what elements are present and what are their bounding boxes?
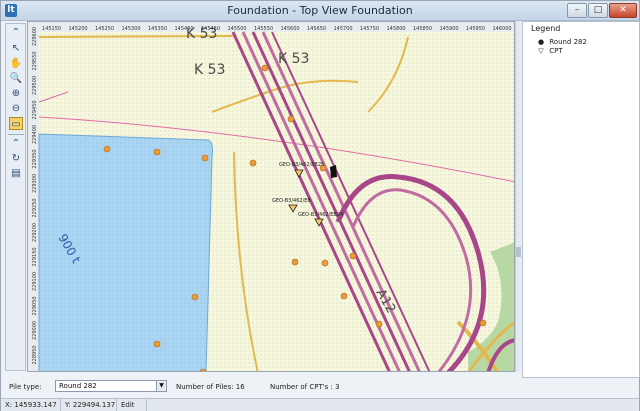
ruler-left (28, 22, 39, 371)
pile-type-select[interactable]: Round 282 ▼ (55, 380, 167, 392)
maximize-button[interactable]: □ (588, 3, 608, 18)
pile[interactable] (153, 340, 161, 348)
pile[interactable] (375, 320, 383, 328)
tool-strip: ⌃ ↖ ✋ 🔍 ⊕ ⊖ ▭ ⌃ ↻ ▤ (5, 23, 26, 371)
pile[interactable] (287, 115, 295, 123)
close-button[interactable]: ✕ (609, 3, 637, 18)
pile[interactable] (340, 292, 348, 300)
ruler-top-label: 145250 (95, 26, 114, 32)
ruler-left-label: 229250 (32, 198, 38, 217)
label-k53: K 53 (278, 51, 309, 67)
pile[interactable] (349, 252, 357, 260)
pile[interactable] (201, 154, 209, 162)
ruler-top-label: 145900 (440, 26, 459, 32)
cpt-label: GEO-B3/462/EB25 (279, 162, 324, 168)
pile[interactable] (321, 259, 329, 267)
application-window: lt Foundation - Top View Foundation – □ … (0, 0, 640, 411)
scrollbar-thumb[interactable] (516, 247, 521, 257)
ruler-left-label: 229000 (32, 321, 38, 340)
status-x-coordinate: X: 145933.147 (1, 399, 61, 411)
ruler-left-label: 229550 (32, 51, 38, 70)
ruler-left-label: 229300 (32, 174, 38, 193)
ruler-left-label: 229500 (32, 76, 38, 95)
legend-item-cpt: ▽ CPT (535, 47, 563, 55)
ruler-top-label: 145350 (148, 26, 167, 32)
ruler-left-label: 229400 (32, 125, 38, 144)
ruler-top-label: 145850 (413, 26, 432, 32)
label-k53: K 53 (186, 26, 217, 42)
pile[interactable] (249, 159, 257, 167)
pile[interactable] (103, 145, 111, 153)
legend-label: Round 282 (549, 38, 587, 46)
legend-title: Legend (531, 24, 561, 33)
legend-panel: Legend ● Round 282 ▽ CPT (522, 21, 640, 378)
bottom-info-bar: Pile type: Round 282 ▼ Number of Piles: … (1, 377, 521, 397)
ruler-left-label: 229100 (32, 272, 38, 291)
properties-icon[interactable]: ▤ (9, 167, 23, 180)
redraw-icon[interactable]: ↻ (9, 152, 23, 165)
ruler-top-label: 145150 (42, 26, 61, 32)
minimize-button[interactable]: – (567, 3, 587, 18)
toolbar-divider (8, 134, 24, 135)
ruler-left-label: 229150 (32, 247, 38, 266)
number-of-piles: Number of Piles: 16 (176, 383, 245, 391)
ruler-left-label: 229350 (32, 149, 38, 168)
status-mode: Edit (117, 399, 147, 411)
ruler-left-label: 229600 (32, 27, 38, 46)
pan-hand-icon[interactable]: ✋ (9, 57, 23, 70)
pile[interactable] (479, 319, 487, 327)
ruler-top-label: 145650 (307, 26, 326, 32)
cpt-label: GEO-B3/462/EB24 (298, 212, 343, 218)
ruler-top-label: 146000 (493, 26, 512, 32)
status-y-coordinate: Y: 229494.137 (61, 399, 117, 411)
ruler-top-label: 145700 (334, 26, 353, 32)
pile-type-value: Round 282 (59, 382, 97, 390)
legend-label: CPT (549, 47, 563, 55)
ruler-top-label: 145500 (228, 26, 247, 32)
ruler-top-label: 145550 (254, 26, 273, 32)
pile-circle-icon: ● (537, 38, 545, 46)
select-arrow-icon[interactable]: ↖ (9, 42, 23, 55)
collapse-up-icon[interactable]: ⌃ (9, 26, 23, 39)
ruler-left-label: 229200 (32, 223, 38, 242)
ruler-top-label: 145750 (360, 26, 379, 32)
pile[interactable] (153, 148, 161, 156)
legend-item-round: ● Round 282 (535, 38, 587, 46)
ruler-top-label: 145200 (69, 26, 88, 32)
ruler-top-label: 145950 (466, 26, 485, 32)
pile[interactable] (291, 258, 299, 266)
cursor-mark (330, 165, 337, 178)
cpt-label: GEO-B3/462/EB (272, 198, 311, 204)
zoom-in-icon[interactable]: 🔍 (9, 72, 23, 85)
pile[interactable] (191, 293, 199, 301)
ruler-left-label: 229450 (32, 100, 38, 119)
pile-type-label: Pile type: (9, 383, 42, 391)
zoom-out-icon[interactable]: ⊖ (9, 102, 23, 115)
ruler-left-label: 228950 (32, 345, 38, 364)
zoom-window-icon[interactable]: ⊕ (9, 87, 23, 100)
vertical-scrollbar[interactable] (515, 21, 521, 372)
pile[interactable] (261, 64, 269, 72)
ruler-top-label: 145300 (122, 26, 141, 32)
map-view[interactable]: 145150 145200 145250 145300 145350 145400 1454… (27, 21, 515, 372)
ruler-top-label: 145600 (281, 26, 300, 32)
status-bar: X: 145933.147 Y: 229494.137 Edit (1, 398, 639, 411)
map-canvas[interactable]: 145150 145200 145250 145300 145350 145400 1454… (28, 22, 515, 372)
ruler-top-label: 145800 (387, 26, 406, 32)
cpt-triangle-icon: ▽ (538, 47, 544, 55)
window-title: Foundation - Top View Foundation (227, 4, 413, 17)
collapse-up-icon[interactable]: ⌃ (9, 137, 23, 150)
ruler-left-label: 229050 (32, 296, 38, 315)
label-k53: K 53 (194, 62, 225, 78)
number-of-cpts: Number of CPT's : 3 (270, 383, 340, 391)
zoom-extent-icon[interactable]: ▭ (9, 117, 23, 130)
chevron-down-icon[interactable]: ▼ (156, 381, 166, 391)
title-bar[interactable]: lt Foundation - Top View Foundation – □ … (1, 1, 639, 21)
